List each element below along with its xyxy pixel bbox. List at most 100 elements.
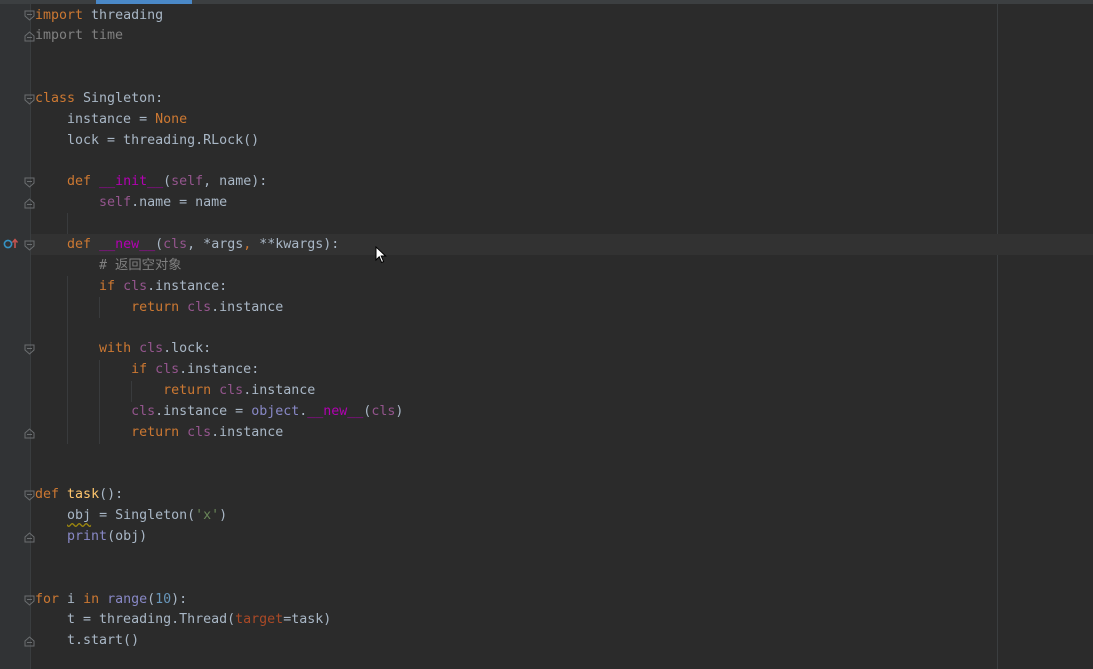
code-line[interactable]: if cls.instance: bbox=[35, 276, 227, 297]
code-line[interactable]: obj = Singleton('x') bbox=[35, 505, 227, 526]
code-token: .instance: bbox=[147, 278, 228, 294]
code-token: __new__ bbox=[307, 403, 364, 419]
right-margin-guide bbox=[997, 4, 998, 669]
code-token: self bbox=[99, 195, 132, 211]
code-line[interactable]: return cls.instance bbox=[35, 422, 283, 443]
code-line[interactable]: def task(): bbox=[35, 484, 123, 505]
code-line[interactable]: t.start() bbox=[35, 630, 139, 651]
fold-icon[interactable] bbox=[24, 344, 35, 355]
code-token: =task) bbox=[283, 612, 332, 628]
code-token: cls bbox=[139, 341, 164, 357]
code-token: import time bbox=[35, 28, 124, 44]
code-token: .instance: bbox=[179, 362, 260, 378]
code-token: return bbox=[131, 299, 180, 315]
code-token: (): bbox=[99, 487, 124, 503]
code-token: cls bbox=[163, 236, 188, 252]
code-token: 10 bbox=[155, 591, 172, 607]
fold-icon[interactable] bbox=[24, 595, 35, 606]
code-line[interactable]: class Singleton: bbox=[35, 88, 163, 109]
code-token: object bbox=[251, 403, 300, 419]
fold-icon[interactable] bbox=[24, 636, 35, 647]
code-token: target bbox=[235, 612, 284, 628]
code-token: i bbox=[59, 591, 84, 607]
code-token: ) bbox=[219, 508, 228, 524]
code-line[interactable]: import time bbox=[35, 25, 123, 46]
code-token: (obj) bbox=[107, 529, 148, 544]
code-line[interactable]: if cls.instance: bbox=[35, 359, 259, 380]
code-token: def bbox=[67, 174, 92, 190]
code-line[interactable]: self.name = name bbox=[35, 192, 227, 213]
code-token: , *args bbox=[187, 236, 244, 252]
fold-icon[interactable] bbox=[24, 490, 35, 501]
code-token: threading bbox=[83, 7, 164, 23]
code-token: cls bbox=[219, 382, 244, 398]
code-token: cls bbox=[371, 403, 396, 419]
code-token: __init__ bbox=[99, 174, 164, 190]
fold-icon[interactable] bbox=[24, 31, 35, 42]
fold-icon[interactable] bbox=[24, 10, 35, 21]
code-line[interactable]: def __new__(cls, *args, **kwargs): bbox=[35, 234, 339, 255]
fold-icon[interactable] bbox=[24, 198, 35, 209]
code-token: for bbox=[35, 591, 60, 607]
code-line[interactable]: return cls.instance bbox=[35, 380, 315, 401]
code-line[interactable]: import threading bbox=[35, 5, 163, 26]
fold-icon[interactable] bbox=[24, 532, 35, 543]
code-editor[interactable]: import threading import time class Singlet… bbox=[0, 0, 1093, 669]
fold-icon[interactable] bbox=[24, 177, 35, 188]
code-line[interactable]: t = threading.Thread(target=task) bbox=[35, 609, 331, 630]
fold-icon[interactable] bbox=[24, 240, 35, 251]
code-token: return bbox=[131, 424, 180, 440]
code-token: = Singleton( bbox=[91, 508, 196, 524]
code-token: def bbox=[67, 236, 92, 252]
code-token: 'x' bbox=[195, 508, 220, 524]
mouse-pointer-icon bbox=[375, 246, 387, 264]
code-token: .instance bbox=[211, 424, 284, 440]
code-token: cls bbox=[187, 299, 212, 315]
code-line[interactable]: with cls.lock: bbox=[35, 338, 211, 359]
code-token: .instance bbox=[211, 299, 284, 315]
tab-bar bbox=[0, 0, 1093, 4]
code-line[interactable]: instance = None bbox=[35, 109, 187, 130]
code-token: task bbox=[67, 487, 100, 503]
code-token: def bbox=[35, 487, 60, 503]
code-token: in bbox=[83, 591, 100, 607]
code-line[interactable]: # 返回空对象 bbox=[35, 255, 182, 276]
fold-icon[interactable] bbox=[24, 94, 35, 105]
code-token: if bbox=[99, 278, 116, 294]
code-token: ( bbox=[155, 236, 164, 252]
code-line[interactable]: cls.instance = object.__new__(cls) bbox=[35, 401, 403, 422]
indent-guide bbox=[67, 213, 68, 234]
code-token: Singleton: bbox=[75, 90, 164, 106]
code-line[interactable]: def __init__(self, name): bbox=[35, 171, 267, 192]
fold-icon[interactable] bbox=[24, 428, 35, 439]
code-line[interactable]: return cls.instance bbox=[35, 297, 283, 318]
overrides-method-icon[interactable] bbox=[3, 238, 19, 250]
code-line[interactable]: for i in range(10): bbox=[35, 589, 187, 610]
code-token: # 返回空对象 bbox=[99, 257, 182, 273]
code-line[interactable]: lock = threading.RLock() bbox=[35, 130, 259, 151]
code-token: cls bbox=[123, 278, 148, 294]
code-token: import bbox=[35, 7, 84, 23]
code-token: print bbox=[67, 529, 108, 544]
code-token: .instance = bbox=[155, 403, 252, 419]
code-token: with bbox=[99, 341, 132, 357]
code-line[interactable]: print(obj) bbox=[35, 526, 147, 547]
code-token: .lock: bbox=[163, 341, 212, 357]
code-token: .name = name bbox=[131, 195, 228, 211]
code-token: None bbox=[155, 111, 188, 127]
code-token: .instance bbox=[243, 382, 316, 398]
